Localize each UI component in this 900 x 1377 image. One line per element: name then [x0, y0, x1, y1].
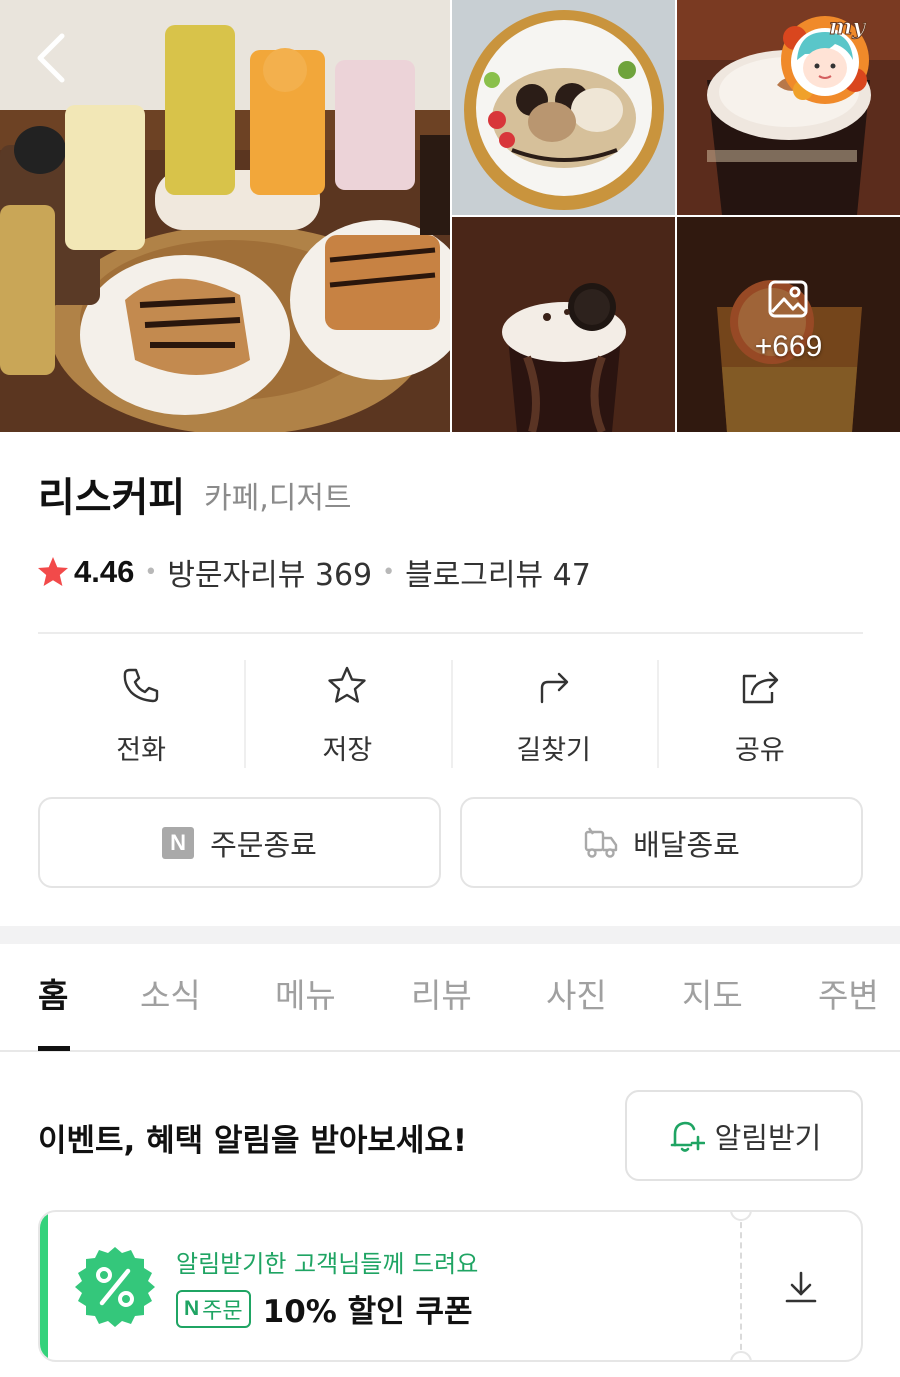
coupon-perforation	[740, 1212, 742, 1360]
action-bar: 전화 저장 길찾기 공유	[38, 660, 863, 768]
tab-bar: 홈 소식 메뉴 리뷰 사진 지도 주변	[0, 944, 900, 1052]
naver-n-icon: N	[184, 1296, 200, 1320]
phone-icon	[123, 668, 159, 703]
naver-order-badge: N 주문	[176, 1289, 251, 1328]
image-icon	[768, 280, 808, 318]
coupon-main-line: N 주문 10% 할인 쿠폰	[176, 1286, 473, 1331]
directions-button[interactable]: 길찾기	[450, 660, 657, 768]
tab-news[interactable]: 소식	[140, 974, 201, 1018]
delivery-truck-icon	[584, 826, 618, 858]
separator-dot: •	[144, 559, 158, 585]
delivery-label: 배달종료	[633, 827, 740, 862]
star-outline-icon	[328, 666, 367, 703]
photo-gallery: my +669	[0, 0, 900, 432]
save-button[interactable]: 저장	[244, 660, 450, 768]
call-label: 전화	[116, 735, 166, 766]
discount-badge-icon	[75, 1247, 155, 1327]
directions-icon	[540, 672, 568, 704]
chevron-left-icon	[37, 33, 65, 83]
divider	[38, 632, 863, 634]
call-button[interactable]: 전화	[38, 660, 244, 768]
alert-promo-text: 이벤트, 혜택 알림을 받아보세요!	[38, 1123, 468, 1159]
rating-value: 4.46	[74, 554, 135, 589]
more-photos-overlay[interactable]: +669	[677, 217, 900, 432]
download-icon[interactable]	[782, 1268, 820, 1306]
star-filled-icon	[38, 557, 68, 586]
more-photos-count: +669	[754, 330, 823, 363]
share-label: 공유	[735, 735, 785, 766]
separator-dot: •	[382, 559, 396, 585]
save-label: 저장	[322, 735, 373, 766]
naver-n-icon: N	[162, 826, 195, 859]
subscribe-alert-label: 알림받기	[714, 1120, 822, 1155]
place-name: 리스커피	[38, 475, 186, 521]
section-divider	[0, 926, 900, 944]
dessert-photo[interactable]	[452, 0, 675, 215]
order-label: 주문종료	[210, 827, 317, 862]
visitor-reviews-link[interactable]: 방문자리뷰 369	[167, 550, 372, 594]
delivery-button[interactable]: 배달종료	[460, 797, 863, 888]
coupon-accent-bar	[40, 1212, 48, 1360]
blog-reviews-link[interactable]: 블로그리뷰 47	[405, 550, 591, 594]
rating-row: 4.46 • 방문자리뷰 369 • 블로그리뷰 47	[36, 550, 591, 594]
active-tab-indicator	[38, 1046, 70, 1051]
tab-photos[interactable]: 사진	[546, 974, 607, 1018]
coupon-card[interactable]: 알림받기한 고객님들께 드려요 N 주문 10% 할인 쿠폰	[38, 1210, 863, 1362]
coupon-notch	[730, 1212, 752, 1221]
order-badge-text: 주문	[202, 1298, 243, 1324]
back-button[interactable]	[28, 28, 78, 88]
subscribe-alert-button[interactable]: 알림받기	[625, 1090, 863, 1181]
order-button[interactable]: N 주문종료	[38, 797, 441, 888]
svg-text:my: my	[829, 14, 867, 40]
share-icon	[742, 671, 779, 704]
place-category: 카페,디저트	[204, 481, 352, 516]
coupon-notch	[730, 1351, 752, 1360]
tab-map[interactable]: 지도	[682, 974, 743, 1018]
coupon-subtitle: 알림받기한 고객님들께 드려요	[176, 1250, 479, 1278]
bell-plus-icon	[670, 1121, 705, 1152]
my-profile-avatar[interactable]: my	[775, 10, 875, 110]
tab-reviews[interactable]: 리뷰	[411, 974, 472, 1018]
tab-home[interactable]: 홈	[38, 974, 68, 1018]
avatar-icon: my	[781, 14, 869, 104]
coupon-title: 10% 할인 쿠폰	[262, 1294, 473, 1330]
directions-label: 길찾기	[516, 735, 591, 766]
tab-nearby[interactable]: 주변	[818, 974, 879, 1018]
chocolate-drink-photo[interactable]	[452, 217, 675, 432]
share-button[interactable]: 공유	[656, 660, 863, 768]
tab-menu[interactable]: 메뉴	[275, 974, 336, 1018]
